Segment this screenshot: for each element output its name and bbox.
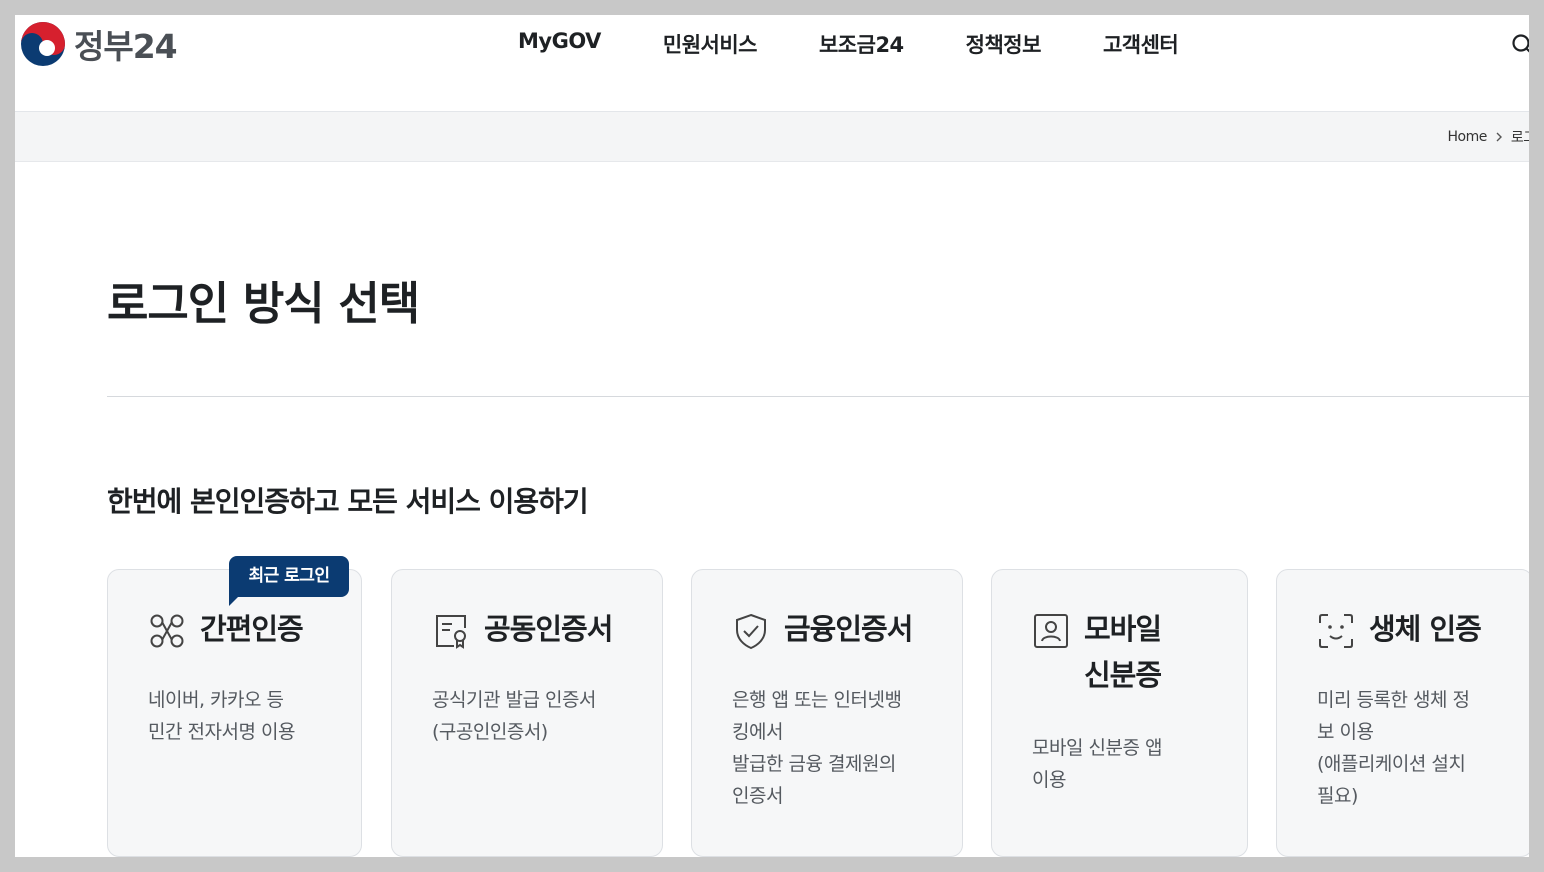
card-title: 공동인증서	[484, 612, 613, 646]
card-description: 은행 앱 또는 인터넷뱅 킹에서 발급한 금융 결제원의 인증서	[732, 684, 902, 812]
card-title: 모바일 신분증	[1084, 606, 1162, 698]
id-card-icon	[1034, 614, 1068, 648]
nav-item-subsidy24[interactable]: 보조금24	[819, 29, 904, 59]
card-description: 미리 등록한 생체 정 보 이용 (애플리케이션 설치 필요)	[1317, 684, 1470, 812]
card-desc-line: 이용	[1032, 769, 1066, 791]
nav-item-customer-center[interactable]: 고객센터	[1103, 29, 1179, 59]
login-card-joint-certificate[interactable]: 공동인증서 공식기관 발급 인증서 (구공인인증서)	[391, 569, 663, 857]
card-desc-line: 킹에서	[732, 721, 783, 743]
card-desc-line: 미리 등록한 생체 정	[1317, 689, 1470, 711]
card-title-line: 신분증	[1084, 658, 1162, 692]
card-desc-line: 필요)	[1317, 785, 1358, 807]
breadcrumb: Home 로그인	[1448, 127, 1529, 147]
nav-item-civil-services[interactable]: 민원서비스	[663, 29, 758, 59]
card-desc-line: (애플리케이션 설치	[1317, 753, 1466, 775]
logo-text: 정부24	[74, 27, 178, 66]
card-description: 모바일 신분증 앱 이용	[1032, 732, 1162, 796]
section-heading: 한번에 본인인증하고 모든 서비스 이용하기	[107, 485, 589, 518]
nav-item-mygov[interactable]: MyGOV	[518, 29, 601, 59]
card-desc-line: 은행 앱 또는 인터넷뱅	[732, 689, 902, 711]
card-description: 공식기관 발급 인증서 (구공인인증서)	[432, 684, 596, 748]
breadcrumb-current: 로그인	[1510, 130, 1529, 146]
login-card-simple-auth[interactable]: 간편인증 네이버, 카카오 등 민간 전자서명 이용	[107, 569, 362, 857]
card-desc-line: 인증서	[732, 785, 783, 807]
taegeuk-logo-icon	[21, 22, 65, 66]
card-desc-line: 보 이용	[1317, 721, 1374, 743]
certificate-icon	[436, 615, 466, 649]
card-description: 네이버, 카카오 등 민간 전자서명 이용	[148, 684, 295, 748]
breadcrumb-bar: Home 로그인	[15, 112, 1529, 162]
card-title: 생체 인증	[1369, 612, 1482, 646]
nav-item-policy-info[interactable]: 정책정보	[966, 29, 1042, 59]
card-desc-line: 발급한 금융 결제원의	[732, 753, 896, 775]
page-title: 로그인 방식 선택	[107, 277, 420, 330]
breadcrumb-home-link[interactable]: Home	[1448, 129, 1488, 145]
card-title: 금융인증서	[784, 612, 913, 646]
card-title-line: 모바일	[1084, 612, 1162, 646]
divider	[107, 396, 1529, 397]
card-desc-line: 공식기관 발급 인증서	[432, 689, 596, 711]
card-desc-line: (구공인인증서)	[432, 721, 548, 743]
search-icon[interactable]	[1511, 33, 1529, 57]
badge-tail	[229, 595, 240, 606]
shield-check-icon	[736, 613, 766, 650]
card-desc-line: 모바일 신분증 앱	[1032, 737, 1162, 759]
card-desc-line: 민간 전자서명 이용	[148, 721, 295, 743]
site-header: 정부24 MyGOV 민원서비스 보조금24 정책정보 고객센터	[15, 15, 1529, 112]
site-logo[interactable]: 정부24	[20, 20, 178, 68]
login-card-financial-certificate[interactable]: 금융인증서 은행 앱 또는 인터넷뱅 킹에서 발급한 금융 결제원의 인증서	[691, 569, 963, 857]
main-nav: MyGOV 민원서비스 보조금24 정책정보 고객센터	[518, 29, 1240, 59]
chevron-right-icon	[1496, 132, 1502, 142]
face-scan-icon	[1319, 614, 1353, 648]
card-desc-line: 네이버, 카카오 등	[148, 689, 284, 711]
card-title: 간편인증	[200, 612, 304, 646]
recent-login-badge: 최근 로그인	[229, 556, 349, 597]
link-nodes-icon	[150, 614, 184, 648]
login-card-biometric[interactable]: 생체 인증 미리 등록한 생체 정 보 이용 (애플리케이션 설치 필요)	[1276, 569, 1529, 857]
login-card-mobile-id[interactable]: 모바일 신분증 모바일 신분증 앱 이용	[991, 569, 1248, 857]
page-frame: 정부24 MyGOV 민원서비스 보조금24 정책정보 고객센터 Home 로그…	[15, 15, 1529, 857]
